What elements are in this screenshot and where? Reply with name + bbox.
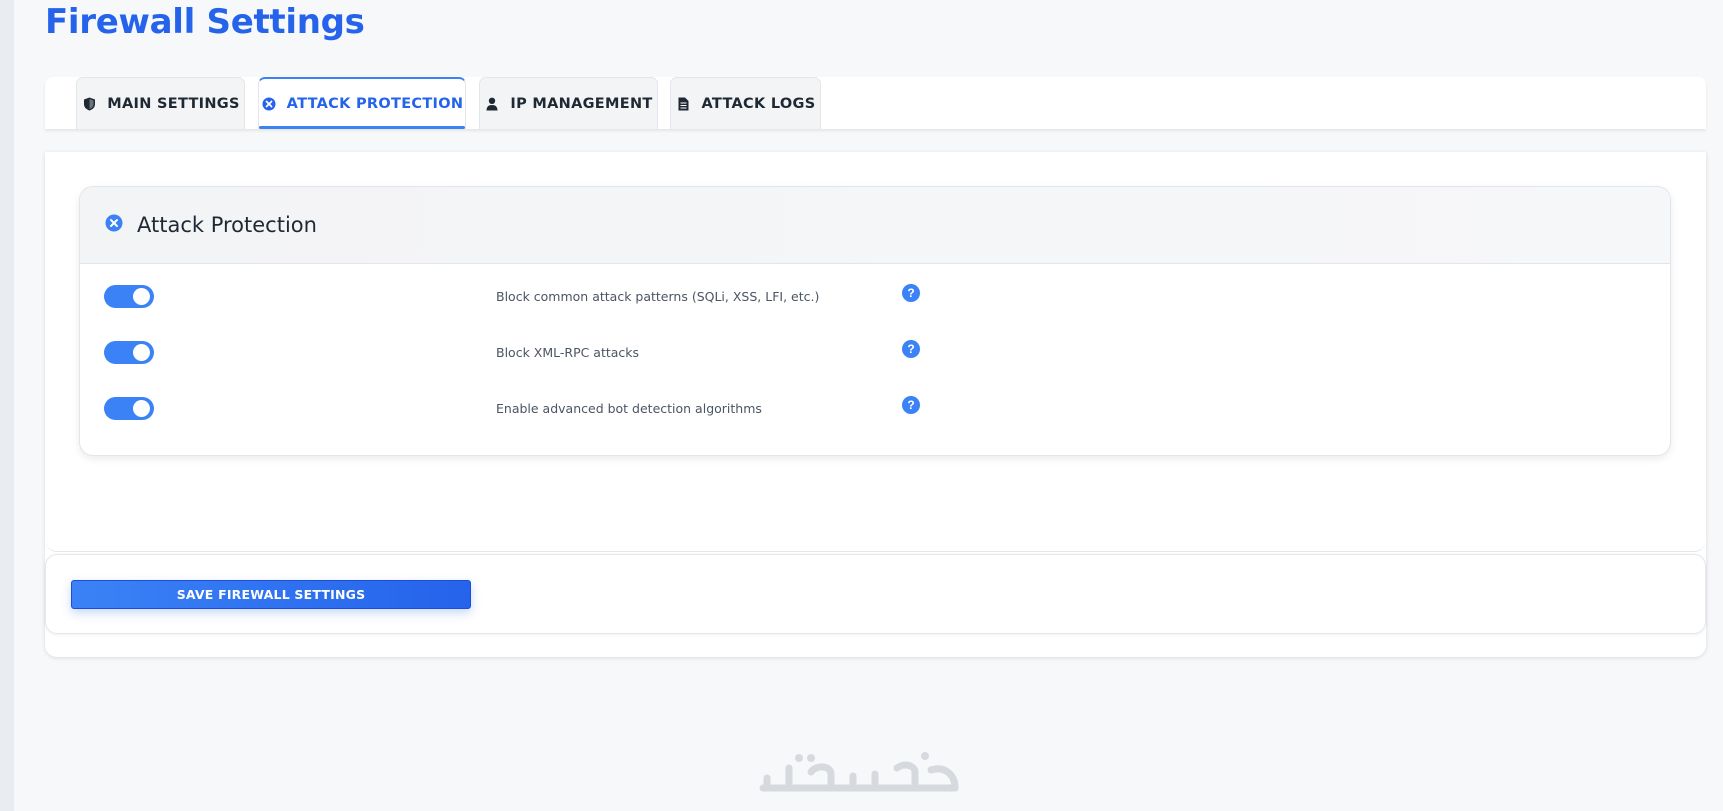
toggle-knob <box>133 288 150 305</box>
toggle-knob <box>133 344 150 361</box>
card-title: Attack Protection <box>137 213 317 237</box>
tab-label: ATTACK LOGS <box>701 95 816 112</box>
settings-panel: Attack Protection Block common attack pa… <box>45 152 1706 657</box>
tab-attack-logs[interactable]: ATTACK LOGS <box>670 77 821 129</box>
toggle-block-xmlrpc[interactable] <box>104 341 154 364</box>
toggle-bot-detection[interactable] <box>104 397 154 420</box>
left-edge-strip <box>0 0 14 811</box>
circle-x-icon <box>105 214 123 237</box>
tab-bar: MAIN SETTINGS ATTACK PROTECTION IP MANAG… <box>45 77 1706 129</box>
tab-label: ATTACK PROTECTION <box>286 96 464 112</box>
help-icon[interactable]: ? <box>902 340 920 358</box>
save-firewall-settings-button[interactable]: SAVE FIREWALL SETTINGS <box>71 580 471 609</box>
help-icon[interactable]: ? <box>902 396 920 414</box>
setting-label: Block XML-RPC attacks <box>496 345 640 360</box>
setting-label: Block common attack patterns (SQLi, XSS,… <box>496 289 820 304</box>
toggle-block-attack-patterns[interactable] <box>104 285 154 308</box>
setting-row: Block common attack patterns (SQLi, XSS,… <box>80 284 1670 325</box>
tab-label: IP MANAGEMENT <box>510 95 653 112</box>
setting-row: Block XML-RPC attacks ? <box>80 340 1670 381</box>
help-icon[interactable]: ? <box>902 284 920 302</box>
tab-ip-management[interactable]: IP MANAGEMENT <box>479 77 658 129</box>
setting-label: Enable advanced bot detection algorithms <box>496 401 762 416</box>
attack-protection-card: Attack Protection Block common attack pa… <box>79 186 1671 456</box>
toggle-knob <box>133 400 150 417</box>
user-icon <box>484 96 500 112</box>
circle-x-icon <box>261 96 277 112</box>
tab-main-settings[interactable]: MAIN SETTINGS <box>76 77 245 129</box>
document-icon <box>676 96 692 112</box>
save-section: SAVE FIREWALL SETTINGS <box>45 554 1706 634</box>
card-header: Attack Protection <box>80 187 1670 264</box>
watermark-logo <box>755 748 965 798</box>
setting-row: Enable advanced bot detection algorithms… <box>80 396 1670 437</box>
shield-icon <box>81 96 97 112</box>
tab-attack-protection[interactable]: ATTACK PROTECTION <box>258 77 466 129</box>
page-title: Firewall Settings <box>45 2 365 42</box>
tab-content: Attack Protection Block common attack pa… <box>45 152 1706 552</box>
tab-label: MAIN SETTINGS <box>107 95 240 112</box>
